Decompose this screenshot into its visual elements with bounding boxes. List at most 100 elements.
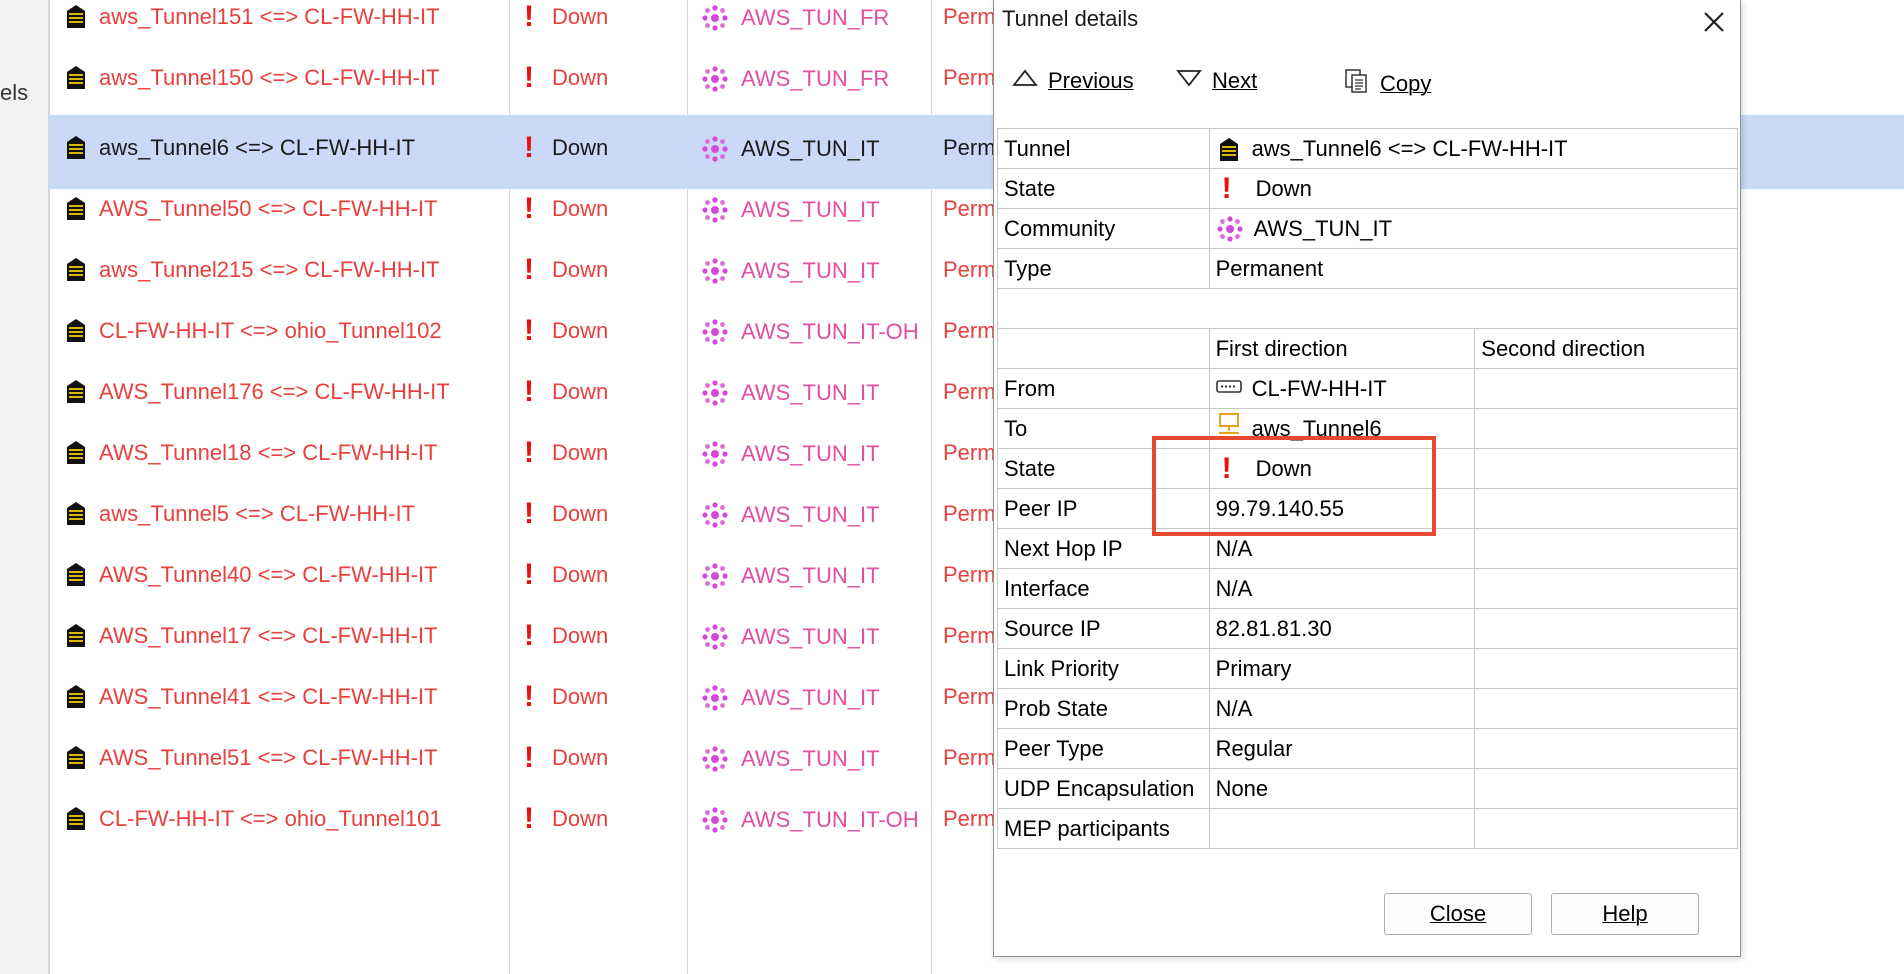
- help-button[interactable]: Help: [1551, 893, 1699, 935]
- tunnel-community: AWS_TUN_IT: [741, 258, 880, 283]
- tunnel-name: CL-FW-HH-IT <=> ohio_Tunnel102: [99, 318, 442, 343]
- exclamation-icon: !: [524, 253, 534, 286]
- summary-row: State! Down: [997, 168, 1739, 209]
- detail-label: From: [997, 368, 1210, 409]
- second-direction-value: [1474, 648, 1738, 689]
- summary-row: Community AWS_TUN_IT: [997, 208, 1739, 249]
- copy-label: Copy: [1380, 71, 1432, 96]
- tunnel-type: Perm: [943, 684, 996, 709]
- tunnel-name-cell: aws_Tunnel151 <=> CL-FW-HH-IT: [63, 4, 440, 30]
- community-icon: [701, 501, 729, 529]
- second-direction-value: [1474, 768, 1738, 809]
- tunnel-type: Perm: [943, 196, 996, 221]
- second-direction-value: [1474, 608, 1738, 649]
- first-direction-value-text: N/A: [1215, 536, 1253, 561]
- community-icon: [701, 379, 729, 407]
- tunnel-name: AWS_Tunnel40 <=> CL-FW-HH-IT: [99, 562, 438, 587]
- detail-label: Next Hop IP: [997, 528, 1210, 569]
- community-icon: [701, 65, 729, 93]
- copy-icon: [1344, 68, 1370, 100]
- community-icon: [701, 135, 729, 163]
- first-direction-value: N/A: [1208, 688, 1476, 729]
- detail-row: State! Down: [997, 448, 1738, 489]
- gateway-lock-icon: [63, 4, 89, 30]
- tunnel-community: AWS_TUN_FR: [741, 66, 890, 91]
- next-label: Next: [1212, 68, 1258, 93]
- exclamation-icon: !: [524, 0, 534, 33]
- detail-row: Peer Type Regular: [997, 728, 1738, 769]
- tunnel-type: Perm: [943, 379, 996, 404]
- exclamation-icon: !: [524, 375, 534, 408]
- tunnel-state: Down: [552, 4, 609, 29]
- tunnel-state: Down: [552, 684, 609, 709]
- tunnel-community-cell: AWS_TUN_IT: [701, 135, 880, 163]
- detail-label: Peer Type: [997, 728, 1210, 769]
- close-icon[interactable]: [1698, 6, 1730, 38]
- tunnel-state-cell: ! Down: [524, 0, 609, 33]
- tunnel-name: aws_Tunnel150 <=> CL-FW-HH-IT: [99, 65, 440, 90]
- tunnel-community: AWS_TUN_IT: [741, 197, 880, 222]
- summary-label: Community: [997, 208, 1210, 249]
- tunnel-name-cell: AWS_Tunnel18 <=> CL-FW-HH-IT: [63, 440, 437, 466]
- detail-label: State: [997, 448, 1210, 489]
- tunnel-state-cell: ! Down: [524, 316, 609, 346]
- detail-row: MEP participants: [997, 808, 1738, 849]
- first-direction-value: CL-FW-HH-IT: [1208, 368, 1476, 409]
- exclamation-icon: !: [1221, 451, 1232, 485]
- detail-row: Source IP 82.81.81.30: [997, 608, 1738, 649]
- tunnel-state-cell: ! Down: [524, 61, 608, 94]
- previous-label: Previous: [1048, 68, 1134, 93]
- tunnel-community: AWS_TUN_IT: [741, 563, 880, 588]
- community-icon: [701, 4, 729, 32]
- gateway-lock-icon: [63, 501, 89, 527]
- tunnel-community: AWS_TUN_IT-OH: [741, 807, 919, 832]
- tunnel-type: Perm: [943, 135, 996, 160]
- exclamation-icon: !: [524, 131, 534, 164]
- summary-value-text: AWS_TUN_IT: [1253, 216, 1393, 241]
- community-icon: [701, 318, 729, 346]
- gateway-lock-icon: [63, 440, 89, 466]
- firewall-device-icon: [1215, 369, 1242, 408]
- exclamation-icon: !: [524, 558, 534, 591]
- tunnel-name-cell: AWS_Tunnel41 <=> CL-FW-HH-IT: [63, 684, 437, 710]
- exclamation-icon: !: [524, 741, 534, 774]
- detail-row: Interface N/A: [997, 568, 1738, 609]
- community-icon: [1216, 215, 1244, 243]
- tunnel-name: aws_Tunnel151 <=> CL-FW-HH-IT: [99, 4, 440, 29]
- tunnel-name-cell: CL-FW-HH-IT <=> ohio_Tunnel102: [63, 318, 442, 344]
- community-icon: [701, 684, 729, 712]
- tunnel-state-cell: ! Down: [524, 499, 608, 529]
- next-button[interactable]: Next: [1176, 68, 1257, 94]
- tunnel-name: AWS_Tunnel51 <=> CL-FW-HH-IT: [99, 745, 438, 770]
- tunnel-community-cell: AWS_TUN_IT: [701, 379, 880, 407]
- tunnel-name: AWS_Tunnel17 <=> CL-FW-HH-IT: [99, 623, 438, 648]
- tunnel-name: aws_Tunnel215 <=> CL-FW-HH-IT: [99, 257, 440, 282]
- copy-button[interactable]: Copy: [1344, 68, 1431, 100]
- community-icon: [701, 806, 729, 834]
- triangle-down-icon: [1176, 68, 1202, 94]
- exclamation-icon: !: [524, 61, 534, 94]
- tunnel-community-cell: AWS_TUN_IT: [701, 257, 880, 285]
- first-direction-value: aws_Tunnel6: [1208, 408, 1476, 449]
- tunnel-type: Perm: [943, 440, 996, 465]
- first-direction-value: 82.81.81.30: [1208, 608, 1476, 649]
- detail-row: Next Hop IP N/A: [997, 528, 1738, 569]
- tunnel-name-cell: aws_Tunnel215 <=> CL-FW-HH-IT: [63, 257, 440, 283]
- gateway-lock-icon: [63, 257, 89, 283]
- second-direction-value: [1474, 728, 1738, 769]
- gateway-lock-icon: [63, 135, 89, 161]
- summary-row: Tunnel aws_Tunnel6 <=> CL-FW-HH-IT: [997, 128, 1739, 169]
- previous-button[interactable]: Previous: [1012, 68, 1134, 94]
- detail-row: From CL-FW-HH-IT: [997, 368, 1738, 409]
- tunnel-community-cell: AWS_TUN_IT: [701, 562, 880, 590]
- summary-value: AWS_TUN_IT: [1208, 208, 1739, 249]
- tunnel-name-cell: aws_Tunnel5 <=> CL-FW-HH-IT: [63, 501, 415, 527]
- second-direction-value: [1474, 408, 1738, 449]
- tunnel-state: Down: [552, 318, 609, 343]
- tunnel-name: AWS_Tunnel18 <=> CL-FW-HH-IT: [99, 440, 438, 465]
- tunnel-state: Down: [552, 562, 609, 587]
- community-icon: [701, 440, 729, 468]
- tunnel-type: Perm: [943, 745, 996, 770]
- close-button[interactable]: Close: [1384, 893, 1532, 935]
- tunnel-community-cell: AWS_TUN_IT-OH: [701, 806, 919, 834]
